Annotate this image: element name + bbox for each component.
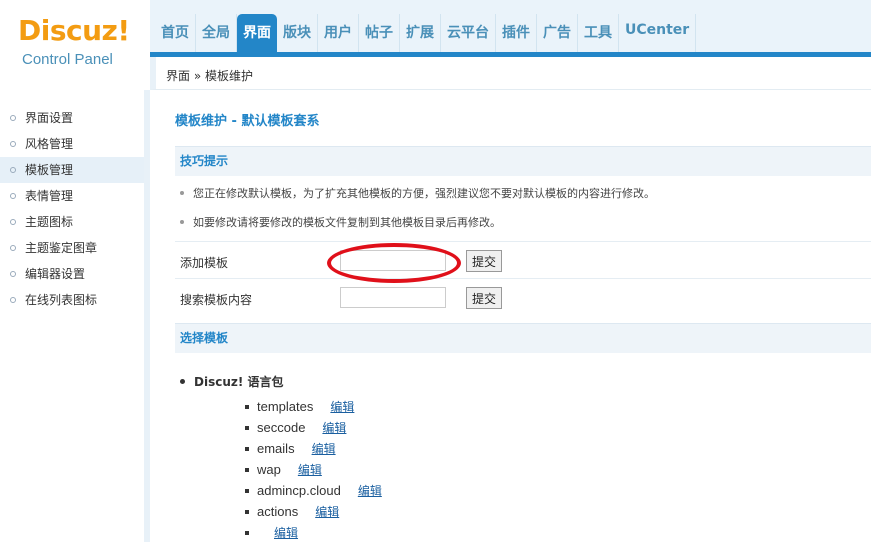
sidebar: 界面设置风格管理模板管理表情管理主题图标主题鉴定图章 编辑器设置在线列表图标 [0, 90, 150, 542]
template-list-item: wap 编辑 [245, 459, 382, 480]
template-list-item: seccode 编辑 [245, 417, 382, 438]
template-name: seccode [257, 420, 306, 435]
add-template-input[interactable] [340, 250, 446, 271]
template-name: actions [257, 504, 299, 519]
edit-link[interactable]: 编辑 [312, 440, 336, 457]
sidebar-item[interactable]: 在线列表图标 [0, 287, 144, 313]
sidebar-item-label: 表情管理 [25, 189, 74, 203]
breadcrumb-bar: 界面 » 模板维护 [150, 57, 871, 90]
edit-link[interactable]: 编辑 [330, 398, 354, 415]
template-list-item: emails 编辑 [245, 438, 382, 459]
square-bullet-icon [245, 488, 249, 493]
template-list-item: templates 编辑 [245, 396, 382, 417]
top-nav: 首页 全局 界面 版块 用户 帖子 扩展 云平台 插件 广告 工具 UCenter [155, 14, 697, 56]
search-template-row: 搜索模板内容 提交 [175, 278, 871, 315]
tip-text: 如要修改请将要修改的模板文件复制到其他模板目录后再修改。 [193, 216, 501, 229]
nav-tab[interactable]: 扩展 [400, 14, 441, 52]
logo-subtitle: Control Panel [22, 51, 113, 68]
sidebar-item[interactable]: 界面设置 [0, 105, 144, 131]
square-bullet-icon [245, 404, 249, 409]
add-template-submit-button[interactable]: 提交 [466, 250, 502, 272]
search-template-label: 搜索模板内容 [180, 293, 253, 307]
template-list-item: admincp.cloud 编辑 [245, 480, 382, 501]
sidebar-item-label: 主题图标 [25, 215, 74, 229]
template-name: emails [257, 441, 295, 456]
tip-item: 您正在修改默认模板，为了扩充其他模板的方便，强烈建议您不要对默认模板的内容进行修… [180, 185, 655, 201]
sidebar-item[interactable]: 模板管理 [0, 157, 144, 183]
tips-header: 技巧提示 [175, 146, 871, 176]
bullet-icon [180, 379, 185, 384]
sidebar-item[interactable]: 表情管理 [0, 183, 144, 209]
bullet-icon [180, 220, 184, 224]
logo[interactable]: Discuz! Control Panel [0, 0, 150, 90]
sidebar-item-label: 编辑器设置 [25, 267, 86, 281]
sidebar-item[interactable]: 主题鉴定图章 [0, 235, 144, 261]
edit-link[interactable]: 编辑 [358, 482, 382, 499]
sidebar-item[interactable]: 风格管理 [0, 131, 144, 157]
square-bullet-icon [245, 467, 249, 472]
edit-link[interactable]: 编辑 [298, 461, 322, 478]
language-pack-title: Discuz! 语言包 [194, 375, 284, 389]
sidebar-item-label: 主题鉴定图章 [25, 241, 98, 255]
sidebar-item-label: 风格管理 [25, 137, 74, 151]
nav-tab[interactable]: 云平台 [441, 14, 496, 52]
nav-tab[interactable]: 帖子 [359, 14, 400, 52]
circle-bullet-icon [10, 297, 16, 303]
nav-tab[interactable]: 界面 [237, 14, 277, 52]
edit-link[interactable]: 编辑 [322, 419, 346, 436]
nav-tab[interactable]: UCenter [619, 14, 697, 52]
sidebar-menu: 界面设置风格管理模板管理表情管理主题图标主题鉴定图章 编辑器设置在线列表图标 [0, 90, 144, 313]
circle-bullet-icon [10, 219, 16, 225]
nav-tab[interactable]: 全局 [196, 14, 237, 52]
nav-tab[interactable]: 插件 [496, 14, 537, 52]
circle-bullet-icon [10, 167, 16, 173]
template-list-item: 编辑 [245, 522, 382, 543]
page-title: 模板维护 - 默认模板套系 [175, 114, 320, 129]
sidebar-item-label: 模板管理 [25, 163, 74, 177]
edit-link[interactable]: 编辑 [315, 503, 339, 520]
edit-link[interactable]: 编辑 [274, 524, 298, 541]
nav-tab[interactable]: 广告 [537, 14, 578, 52]
header: Discuz! Control Panel 首页 全局 界面 版块 用户 帖子 扩展 云平台插… [0, 0, 871, 90]
breadcrumb: 界面 » 模板维护 [166, 69, 253, 83]
template-list: templates 编辑 seccode 编辑 emails 编辑 wap 编辑 admincp… [245, 396, 382, 543]
bullet-icon [180, 191, 184, 195]
nav-tab[interactable]: 用户 [318, 14, 359, 52]
template-name: templates [257, 399, 314, 414]
sidebar-item-label: 在线列表图标 [25, 293, 98, 307]
square-bullet-icon [245, 446, 249, 451]
add-template-label: 添加模板 [180, 256, 229, 270]
logo-text: Discuz! [18, 14, 130, 47]
circle-bullet-icon [10, 141, 16, 147]
nav-tab[interactable]: 首页 [155, 14, 196, 52]
tip-text: 您正在修改默认模板，为了扩充其他模板的方便，强烈建议您不要对默认模板的内容进行修… [193, 187, 655, 200]
square-bullet-icon [245, 425, 249, 430]
nav-tab[interactable]: 工具 [578, 14, 619, 52]
nav-tab[interactable]: 版块 [277, 14, 318, 52]
circle-bullet-icon [10, 115, 16, 121]
sidebar-item-label: 界面设置 [25, 111, 74, 125]
template-name: wap [257, 462, 281, 477]
square-bullet-icon [245, 509, 249, 514]
search-template-input[interactable] [340, 287, 446, 308]
circle-bullet-icon [10, 245, 16, 251]
sidebar-item[interactable]: 主题图标 [0, 209, 144, 235]
sidebar-item[interactable]: 编辑器设置 [0, 261, 144, 287]
language-pack-root: Discuz! 语言包 [180, 373, 284, 390]
select-template-header: 选择模板 [175, 323, 871, 353]
circle-bullet-icon [10, 193, 16, 199]
add-template-row: 添加模板 提交 [175, 241, 871, 278]
template-name: admincp.cloud [257, 483, 341, 498]
main-content: 模板维护 - 默认模板套系 技巧提示 您正在修改默认模板，为了扩充其他模板的方便… [156, 91, 871, 542]
circle-bullet-icon [10, 271, 16, 277]
tip-item: 如要修改请将要修改的模板文件复制到其他模板目录后再修改。 [180, 214, 501, 230]
search-template-submit-button[interactable]: 提交 [466, 287, 502, 309]
square-bullet-icon [245, 530, 249, 535]
template-list-item: actions 编辑 [245, 501, 382, 522]
